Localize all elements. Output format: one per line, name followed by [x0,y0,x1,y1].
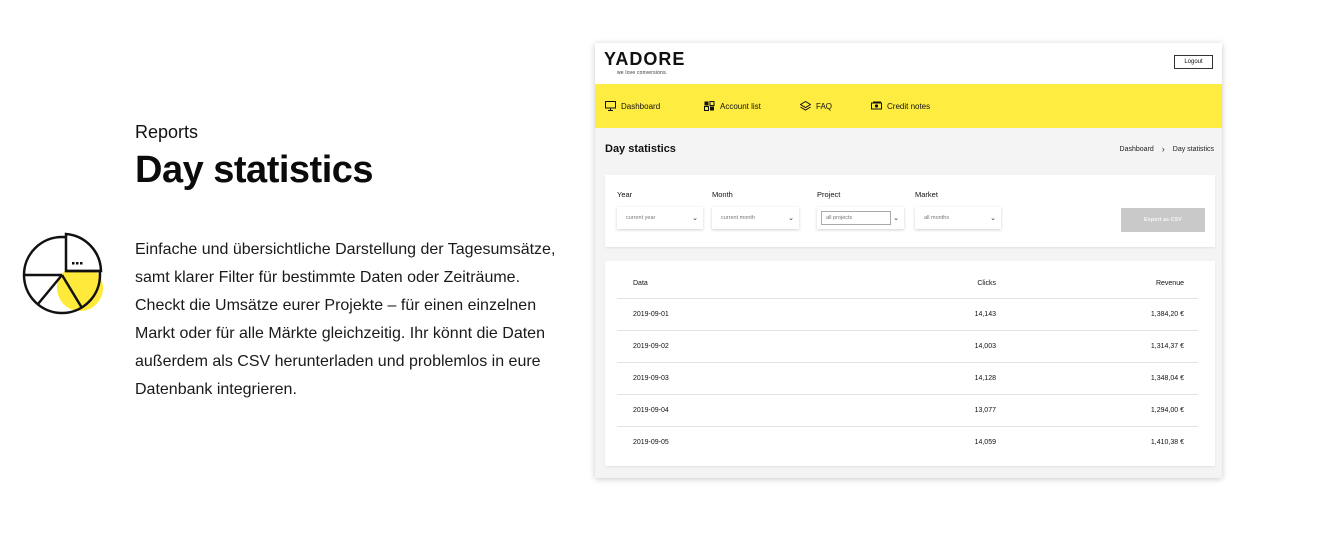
filter-year: Year current year ⌄ [617,190,703,229]
filter-market: Market all months ⌄ [915,190,1001,229]
column-header-clicks[interactable]: Clicks [977,280,996,287]
section-eyebrow: Reports [135,122,199,142]
accounts-icon [704,101,715,111]
select-value: current year [626,215,656,221]
monitor-icon [605,101,616,111]
logout-button[interactable]: Logout [1174,55,1213,69]
main-navigation: Dashboard Account list FAQ Credit notes [595,84,1222,128]
app-header: YADORE we love conversions. Logout [595,43,1222,84]
filter-label: Market [915,190,938,199]
breadcrumb: Dashboard › Day statistics [1120,144,1214,154]
money-icon [871,101,882,110]
filter-panel: Year current year ⌄ Month current month … [605,175,1215,247]
column-header-revenue[interactable]: Revenue [1156,280,1184,287]
filter-project: Project all projects ⌄ [817,190,904,229]
project-search-input[interactable]: all projects [821,211,891,225]
project-select[interactable]: all projects ⌄ [817,207,904,229]
table-header-row: Data Clicks Revenue [617,267,1198,299]
nav-item-faq[interactable]: FAQ [800,84,832,128]
section-headline: Day statistics [135,149,374,191]
table-row[interactable]: 2019-09-04 13,077 1,294,00 € [617,394,1198,426]
yadore-logo[interactable]: YADORE [604,50,685,68]
table-row[interactable]: 2019-09-01 14,143 1,384,20 € [617,298,1198,330]
cell-clicks: 13,077 [974,407,996,414]
column-header-date[interactable]: Data [633,280,648,287]
nav-item-dashboard[interactable]: Dashboard [605,84,660,128]
nav-item-label: Account list [720,101,761,111]
cell-date: 2019-09-03 [633,375,669,382]
logo-tagline: we love conversions. [617,70,668,76]
cell-date: 2019-09-02 [633,343,669,350]
layers-icon [800,101,811,111]
pie-chart-icon [22,232,103,315]
page-title: Day statistics [605,143,676,155]
filter-month: Month current month ⌄ [712,190,799,229]
table-row[interactable]: 2019-09-03 14,128 1,348,04 € [617,362,1198,394]
table-row[interactable]: 2019-09-02 14,003 1,314,37 € [617,330,1198,362]
cell-clicks: 14,003 [974,343,996,350]
select-value: all months [924,215,950,221]
cell-date: 2019-09-01 [633,311,669,318]
cell-revenue: 1,348,04 € [1150,375,1184,382]
cell-revenue: 1,294,00 € [1150,407,1184,414]
app-screenshot: YADORE we love conversions. Logout Dashb… [595,43,1222,478]
cell-clicks: 14,059 [974,439,996,446]
statistics-table: Data Clicks Revenue 2019-09-01 14,143 1,… [605,261,1215,466]
chevron-right-icon: › [1161,144,1165,154]
filter-label: Year [617,190,633,199]
cell-clicks: 14,128 [974,375,996,382]
year-select[interactable]: current year ⌄ [617,207,703,229]
filter-label: Month [712,190,733,199]
breadcrumb-item-dashboard[interactable]: Dashboard [1120,146,1154,153]
nav-item-account-list[interactable]: Account list [704,84,761,128]
nav-item-label: Credit notes [887,101,931,111]
export-csv-button[interactable]: Export as CSV [1121,208,1205,232]
cell-date: 2019-09-04 [633,407,669,414]
table-row[interactable]: 2019-09-05 14,059 1,410,38 € [617,426,1198,458]
chevron-down-icon: ⌄ [893,215,899,222]
nav-item-credit-notes[interactable]: Credit notes [871,84,930,128]
cell-clicks: 14,143 [974,311,996,318]
month-select[interactable]: current month ⌄ [712,207,799,229]
market-select[interactable]: all months ⌄ [915,207,1001,229]
cell-revenue: 1,314,37 € [1150,343,1184,350]
cell-revenue: 1,410,38 € [1150,439,1184,446]
nav-item-label: FAQ [816,101,833,111]
section-description: Einfache und übersichtliche Darstellung … [135,241,556,398]
filter-label: Project [817,190,841,199]
chevron-down-icon: ⌄ [692,215,698,222]
chevron-down-icon: ⌄ [990,215,996,222]
cell-revenue: 1,384,20 € [1150,311,1184,318]
cell-date: 2019-09-05 [633,439,669,446]
select-value: current month [721,215,755,221]
nav-item-label: Dashboard [621,101,661,111]
breadcrumb-item-current: Day statistics [1172,145,1214,153]
chevron-down-icon: ⌄ [788,215,794,222]
